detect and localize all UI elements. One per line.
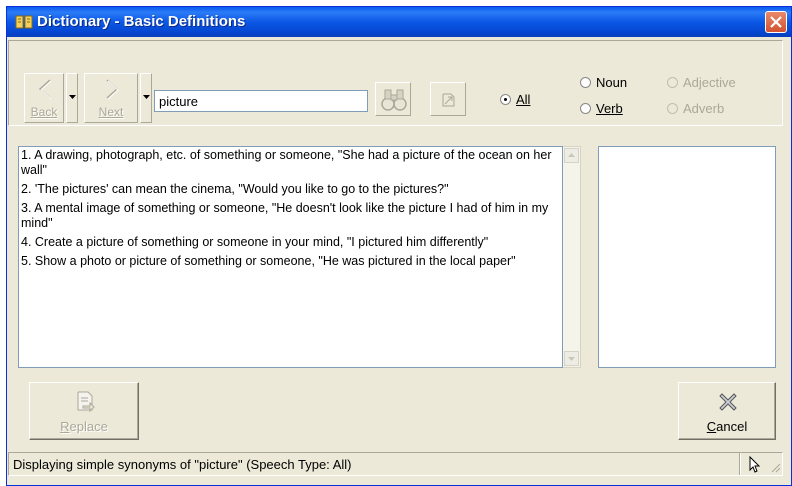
replace-button[interactable]: Replace (29, 382, 139, 440)
definitions-scrollbar[interactable] (563, 146, 581, 368)
radio-dot (500, 94, 511, 105)
definition-item[interactable]: 4. Create a picture of something or some… (19, 234, 562, 253)
scroll-down-button[interactable] (564, 351, 579, 366)
radio-all-label: All (516, 92, 531, 107)
insert-icon (442, 93, 455, 107)
radio-noun-label: Noun (596, 75, 628, 90)
status-separator (739, 453, 741, 475)
scroll-down-icon (568, 357, 575, 361)
find-button[interactable] (375, 82, 411, 116)
next-arrow-icon (106, 79, 119, 100)
synonyms-list[interactable] (598, 146, 776, 368)
scroll-up-icon (568, 153, 575, 157)
replace-icon (77, 391, 95, 413)
title-bar[interactable]: Dictionary - Basic Definitions (7, 7, 791, 37)
definition-item[interactable]: 5. Show a photo or picture of something … (19, 253, 562, 272)
radio-verb[interactable]: Verb (580, 101, 623, 116)
radio-noun[interactable]: Noun (580, 75, 627, 90)
definition-item[interactable]: 3. A mental image of something or someon… (19, 200, 562, 234)
cancel-label: Cancel (706, 419, 748, 434)
cancel-x-icon (719, 393, 737, 411)
scroll-up-button[interactable] (564, 148, 579, 163)
status-bar: Displaying simple synonyms of "picture" … (8, 452, 783, 476)
book-icon (15, 15, 33, 29)
radio-verb-label: Verb (596, 101, 623, 116)
insert-button[interactable] (430, 82, 466, 116)
status-text: Displaying simple synonyms of "picture" … (13, 457, 352, 472)
cancel-button[interactable]: Cancel (678, 382, 776, 440)
radio-dot (580, 77, 591, 88)
next-label: Next (98, 105, 124, 119)
definition-item[interactable]: 2. 'The pictures' can mean the cinema, "… (19, 181, 562, 200)
pointer-icon (749, 455, 761, 473)
radio-dot (667, 77, 678, 88)
resize-grip-icon[interactable] (769, 461, 781, 473)
next-button[interactable]: Next (84, 73, 138, 123)
close-button[interactable] (765, 11, 787, 33)
radio-adjective-label: Adjective (683, 75, 736, 90)
back-label: Back (30, 105, 58, 119)
radio-adjective[interactable]: Adjective (667, 75, 736, 90)
back-dropdown[interactable] (66, 73, 78, 123)
search-input[interactable] (154, 90, 368, 112)
radio-dot (580, 103, 591, 114)
binoculars-icon (381, 89, 407, 111)
radio-adverb-label: Adverb (683, 101, 725, 116)
dropdown-arrow-icon (143, 95, 150, 99)
replace-label: Replace (60, 419, 108, 434)
dropdown-arrow-icon (69, 95, 76, 99)
back-button[interactable]: Back (24, 73, 64, 123)
definitions-list[interactable]: 1. A drawing, photograph, etc. of someth… (18, 146, 563, 368)
definition-item[interactable]: 1. A drawing, photograph, etc. of someth… (19, 147, 562, 181)
window-title: Dictionary - Basic Definitions (37, 13, 246, 30)
radio-all[interactable]: All (500, 92, 530, 107)
close-icon (770, 16, 782, 28)
back-arrow-icon (38, 79, 52, 100)
next-dropdown[interactable] (140, 73, 152, 123)
radio-adverb[interactable]: Adverb (667, 101, 724, 116)
radio-dot (667, 103, 678, 114)
